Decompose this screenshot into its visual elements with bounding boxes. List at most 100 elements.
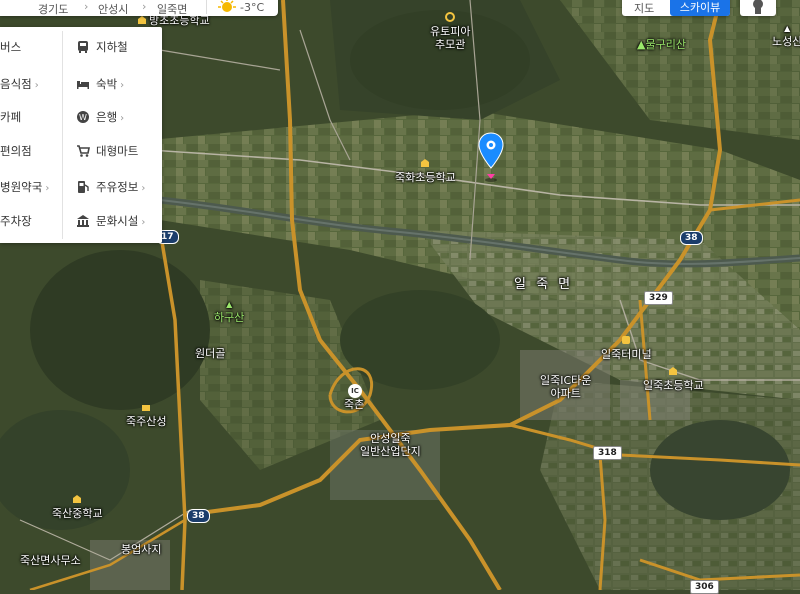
place-name: 아파트 xyxy=(550,387,581,400)
person-icon xyxy=(753,0,763,14)
place-name: 일죽초등학교 xyxy=(643,379,704,392)
place-name: 봉업사지 xyxy=(121,543,162,556)
chevron-right-icon: › xyxy=(120,80,125,91)
category-bank[interactable]: W 은행 › xyxy=(76,105,124,129)
breadcrumb-province[interactable]: 경기도 xyxy=(38,1,68,17)
category-label: 대형마트 xyxy=(96,144,139,158)
chevron-right-icon: › xyxy=(34,80,39,91)
ic-badge[interactable]: IC xyxy=(348,384,362,398)
category-cafe[interactable]: 카페 xyxy=(0,105,21,129)
category-parking[interactable]: 주차장 xyxy=(0,209,32,233)
place-name: 유토피아 xyxy=(430,25,471,38)
chevron-right-icon: › xyxy=(84,0,89,13)
place-label-jukchon[interactable]: 죽촌 xyxy=(344,398,364,411)
place-label-juksan-fortress[interactable]: 죽주산성 xyxy=(126,402,166,428)
category-restaurant[interactable]: 음식점 › xyxy=(0,72,39,96)
place-label-wondeok[interactable]: 원더골 xyxy=(195,347,225,360)
school-icon xyxy=(137,15,147,25)
region-name: 일 죽 면 xyxy=(514,277,574,292)
svg-text:W: W xyxy=(79,113,87,122)
chevron-right-icon: › xyxy=(45,183,50,194)
place-label-ilsuk-apt[interactable]: 일죽IC타운 아파트 xyxy=(540,374,591,400)
place-name: 죽촌 xyxy=(344,398,365,411)
category-subway[interactable]: 지하철 xyxy=(76,35,128,59)
place-name: 하구산 xyxy=(214,311,245,324)
category-hospital[interactable]: 병원약국 › xyxy=(0,175,49,199)
place-name: 추모관 xyxy=(435,38,466,51)
place-label-juksan-office[interactable]: 죽산면사무소 xyxy=(20,554,81,567)
school-icon xyxy=(395,158,456,171)
place-label-ilsuk-terminal[interactable]: 일죽터미널 xyxy=(601,335,652,361)
category-gas-station[interactable]: 주유정보 › xyxy=(76,175,145,199)
breadcrumb-district[interactable]: 일죽면 xyxy=(157,1,187,17)
bank-icon: W xyxy=(76,108,90,123)
bed-icon xyxy=(76,75,90,89)
place-name: 죽산면사무소 xyxy=(20,554,81,567)
category-label: 카페 xyxy=(0,110,22,124)
category-label: 지하철 xyxy=(96,40,128,54)
place-name: 죽산중학교 xyxy=(52,507,103,520)
category-lodging[interactable]: 숙박 › xyxy=(76,72,124,96)
map-controls: 지도 스카이뷰 xyxy=(622,0,800,16)
divider xyxy=(206,0,207,14)
mountain-icon: ▲ xyxy=(784,24,791,33)
category-bus[interactable]: 버스 xyxy=(0,35,21,59)
bus-icon xyxy=(601,335,652,348)
place-name: 일죽IC타운 xyxy=(540,374,592,387)
category-label: 병원약국 xyxy=(0,180,43,194)
category-label: 편의점 xyxy=(0,144,32,158)
category-panel: 버스 음식점 › 카페 편의점 병원약국 › 주차장 지하철 숙박 › W 은행 › 대형… xyxy=(0,27,162,243)
place-label-ilsuk-school[interactable]: 일죽초등학교 xyxy=(643,366,704,392)
place-label-jukhwa-school[interactable]: 죽화초등학교 xyxy=(395,158,456,184)
map-pin-icon xyxy=(478,132,504,179)
chevron-right-icon: › xyxy=(141,217,146,228)
pin-icon xyxy=(430,12,470,25)
category-label: 음식점 xyxy=(0,77,32,91)
place-name: 원더골 xyxy=(195,347,226,360)
place-label-bongeop[interactable]: 봉업사지 xyxy=(121,543,161,556)
place-name: 일죽터미널 xyxy=(601,348,652,361)
sun-icon xyxy=(218,0,236,20)
category-convenience[interactable]: 편의점 xyxy=(0,139,32,163)
category-label: 숙박 xyxy=(96,77,118,91)
school-icon xyxy=(52,494,103,507)
category-label: 문화시설 xyxy=(96,214,139,228)
school-icon xyxy=(643,366,704,379)
map-type-toggle: 지도 스카이뷰 xyxy=(622,0,730,16)
place-label-juksan-ms[interactable]: 죽산중학교 xyxy=(52,494,103,520)
mountain-label-1[interactable]: ▲물구리산 xyxy=(637,38,686,51)
fortress-icon xyxy=(126,402,166,415)
route-shield-306: 306 xyxy=(690,580,719,594)
temperature: -3°C xyxy=(240,1,265,14)
chevron-right-icon: › xyxy=(142,0,147,13)
category-label: 버스 xyxy=(0,40,22,54)
mountain-icon: ▲ xyxy=(226,300,233,309)
weather-widget[interactable]: -3°C xyxy=(208,0,278,16)
map-type-skyview-button[interactable]: 스카이뷰 xyxy=(670,0,730,16)
category-mart[interactable]: 대형마트 xyxy=(76,139,138,163)
mountain-label-hagusan[interactable]: ▲ 하구산 xyxy=(214,298,244,324)
place-name: 죽화초등학교 xyxy=(395,171,456,184)
location-marker[interactable] xyxy=(478,132,504,180)
category-culture[interactable]: 문화시설 › xyxy=(76,209,145,233)
cart-icon xyxy=(76,142,90,157)
place-label-noseong[interactable]: ▲ 노성산 xyxy=(772,22,800,48)
place-name: 노성산 xyxy=(772,35,800,48)
category-label: 은행 xyxy=(96,110,118,124)
chevron-right-icon: › xyxy=(141,183,146,194)
place-name: 물구리산 xyxy=(645,38,686,51)
museum-icon xyxy=(76,212,90,227)
roadview-button[interactable] xyxy=(740,0,776,16)
region-label-ilsuk: 일 죽 면 xyxy=(514,278,573,291)
place-label-utopia[interactable]: 유토피아 추모관 xyxy=(430,12,470,51)
chevron-right-icon: › xyxy=(120,113,125,124)
map-type-map-button[interactable]: 지도 xyxy=(634,0,654,16)
place-name: 안성일죽 xyxy=(370,432,411,445)
route-shield-329: 329 xyxy=(644,291,673,305)
route-shield-38a: 38 xyxy=(680,231,703,245)
route-shield-318: 318 xyxy=(593,446,622,460)
place-name: 죽주산성 xyxy=(126,415,167,428)
gas-station-icon xyxy=(76,178,90,193)
breadcrumb-city[interactable]: 안성시 xyxy=(98,1,128,17)
place-label-industrial[interactable]: 안성일죽 일반산업단지 xyxy=(360,432,421,458)
